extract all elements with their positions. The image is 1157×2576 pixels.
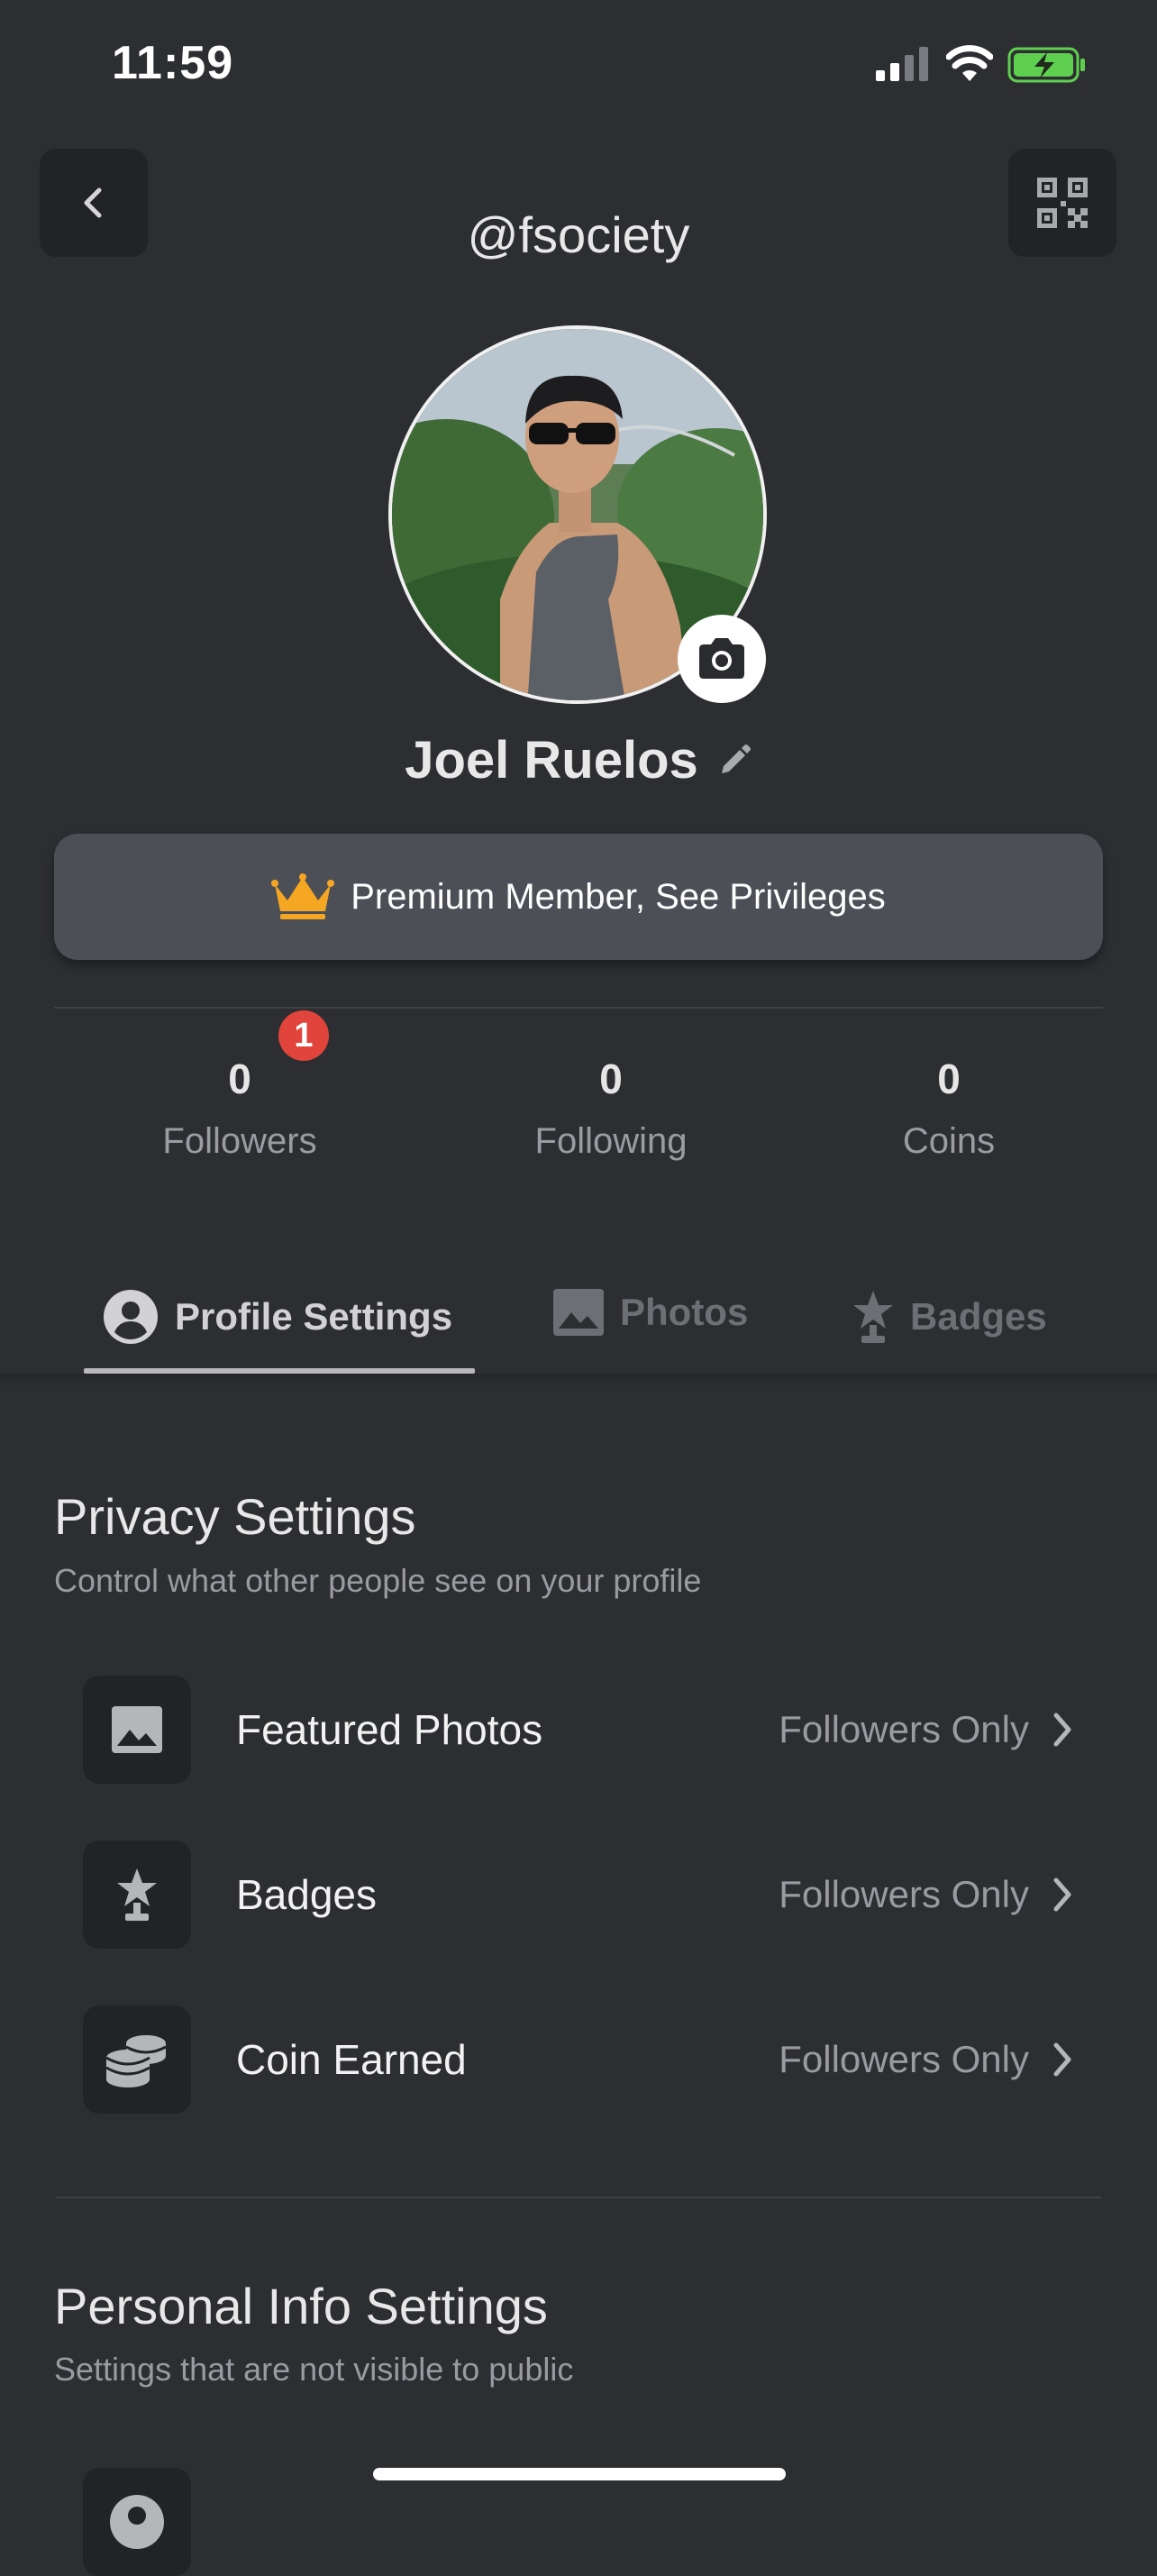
edit-pencil-icon[interactable] [716, 743, 752, 779]
personal-info-row[interactable] [83, 2468, 1074, 2576]
stat-followers[interactable]: 0 Followers [105, 1055, 375, 1162]
stat-label: Following [534, 1121, 688, 1161]
section-subtitle: Settings that are not visible to public [54, 2351, 574, 2388]
camera-icon [699, 638, 744, 679]
tab-badges[interactable]: Badges [852, 1289, 1047, 1345]
username: @fsociety [467, 206, 690, 263]
premium-label: Premium Member, See Privileges [351, 876, 886, 917]
battery-charging-icon [1007, 47, 1085, 83]
row-value: Followers Only [779, 1708, 1029, 1750]
badge-icon [117, 1868, 157, 1921]
qr-code-icon [1037, 178, 1088, 228]
qr-code-button[interactable] [1008, 149, 1116, 257]
privacy-row-badges[interactable]: Badges Followers Only [83, 1841, 1074, 1949]
stat-following[interactable]: 0 Following [476, 1055, 746, 1162]
account-circle-icon [110, 2495, 164, 2549]
divider [56, 2197, 1101, 2198]
chevron-right-icon [1053, 2042, 1071, 2077]
image-icon [112, 1706, 162, 1753]
coins-icon [105, 2035, 167, 2087]
stat-label: Followers [162, 1121, 317, 1161]
row-label: Badges [236, 1871, 378, 1918]
row-value: Followers Only [779, 2038, 1029, 2080]
notification-badge: 1 [278, 1010, 329, 1061]
premium-banner[interactable]: Premium Member, See Privileges [54, 834, 1103, 960]
stat-value: 0 [937, 1055, 961, 1102]
cellular-signal-icon [876, 47, 928, 81]
tab-bar-shadow [0, 1374, 1157, 1386]
display-name-row: Joel Ruelos [0, 730, 1157, 790]
section-subtitle: Control what other people see on your pr… [54, 1562, 702, 1599]
crown-icon [271, 873, 335, 919]
row-icon-container [83, 1841, 191, 1949]
account-circle-icon [104, 1290, 158, 1344]
stat-value: 0 [228, 1055, 251, 1102]
tab-profile-settings[interactable]: Profile Settings [103, 1289, 452, 1345]
tab-photos[interactable]: Photos [553, 1289, 748, 1336]
wifi-icon [946, 45, 993, 81]
row-value: Followers Only [779, 1873, 1029, 1915]
row-icon-container [83, 2005, 191, 2114]
chevron-right-icon [1053, 1713, 1071, 1747]
badge-icon [853, 1291, 893, 1343]
privacy-row-coin-earned[interactable]: Coin Earned Followers Only [83, 2005, 1074, 2114]
tab-label: Profile Settings [175, 1295, 453, 1338]
divider [54, 1007, 1103, 1009]
section-title: Privacy Settings [54, 1488, 416, 1545]
display-name: Joel Ruelos [405, 731, 698, 790]
row-label: Coin Earned [236, 2036, 467, 2083]
stat-value: 0 [599, 1055, 623, 1102]
tab-label: Photos [620, 1291, 749, 1333]
change-photo-button[interactable] [678, 615, 766, 703]
status-time: 11:59 [112, 37, 234, 89]
section-title: Personal Info Settings [54, 2278, 548, 2334]
row-label: Featured Photos [236, 1706, 543, 1753]
row-icon-container [83, 2468, 191, 2576]
home-indicator[interactable] [373, 2468, 786, 2480]
tab-label: Badges [910, 1295, 1047, 1338]
stat-coins[interactable]: 0 Coins [814, 1055, 1084, 1162]
row-icon-container [83, 1676, 191, 1784]
privacy-row-featured-photos[interactable]: Featured Photos Followers Only [83, 1676, 1074, 1784]
stat-label: Coins [902, 1121, 996, 1161]
image-icon [553, 1289, 604, 1336]
chevron-right-icon [1053, 1877, 1071, 1912]
